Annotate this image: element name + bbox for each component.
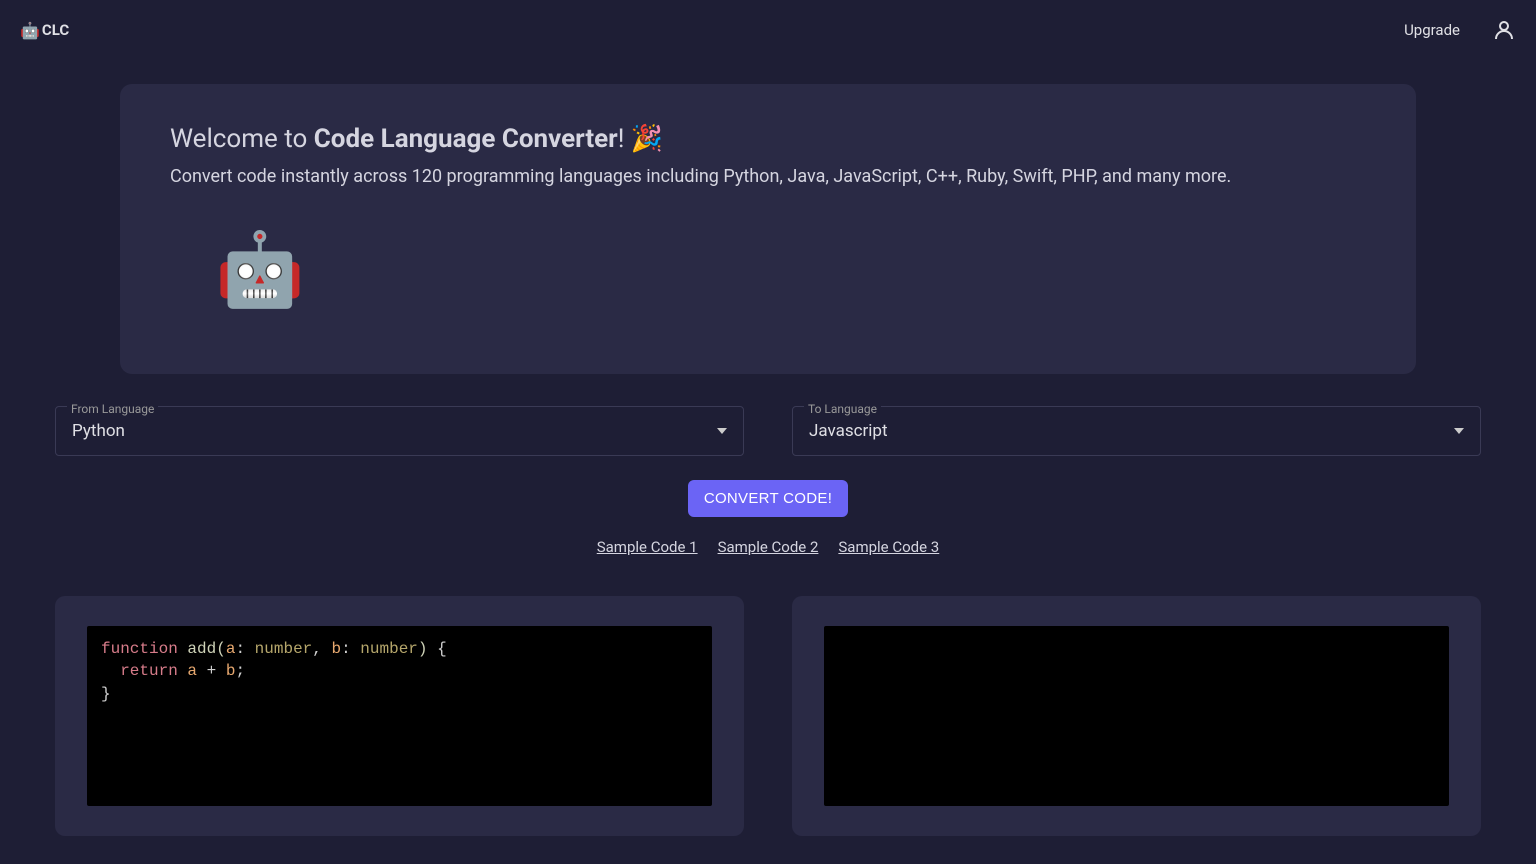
welcome-title-prefix: Welcome to bbox=[170, 124, 314, 154]
welcome-subtitle: Convert code instantly across 120 progra… bbox=[170, 166, 1366, 187]
sample-code-link-2[interactable]: Sample Code 2 bbox=[718, 538, 819, 556]
from-language-wrapper: From Language Python bbox=[55, 406, 744, 456]
robot-illustration: 🤖 bbox=[215, 227, 1366, 312]
input-code-panel: function add(a: number, b: number) { ret… bbox=[55, 596, 744, 836]
sample-code-link-1[interactable]: Sample Code 1 bbox=[597, 538, 698, 556]
output-code-panel bbox=[792, 596, 1481, 836]
upgrade-link[interactable]: Upgrade bbox=[1404, 21, 1460, 39]
convert-button[interactable]: CONVERT CODE! bbox=[688, 480, 848, 517]
robot-icon: 🤖 bbox=[20, 21, 40, 40]
welcome-card: Welcome to Code Language Converter! 🎉 Co… bbox=[120, 84, 1416, 374]
welcome-title-bold: Code Language Converter bbox=[314, 124, 618, 154]
chevron-down-icon bbox=[717, 426, 727, 436]
logo-text: CLC bbox=[42, 21, 69, 39]
to-language-value: Javascript bbox=[809, 421, 888, 441]
from-language-label: From Language bbox=[67, 402, 158, 416]
user-icon[interactable] bbox=[1492, 18, 1516, 42]
header-actions: Upgrade bbox=[1404, 18, 1516, 42]
sample-code-link-3[interactable]: Sample Code 3 bbox=[838, 538, 939, 556]
convert-section: CONVERT CODE! bbox=[0, 480, 1536, 517]
output-code-editor[interactable] bbox=[824, 626, 1449, 806]
code-panels: function add(a: number, b: number) { ret… bbox=[0, 596, 1536, 836]
from-language-value: Python bbox=[72, 421, 125, 441]
to-language-label: To Language bbox=[804, 402, 881, 416]
to-language-select[interactable]: Javascript bbox=[792, 406, 1481, 456]
welcome-title-suffix: ! 🎉 bbox=[618, 124, 664, 154]
sample-code-links: Sample Code 1 Sample Code 2 Sample Code … bbox=[0, 537, 1536, 556]
chevron-down-icon bbox=[1454, 426, 1464, 436]
language-selectors: From Language Python To Language Javascr… bbox=[0, 406, 1536, 456]
welcome-title: Welcome to Code Language Converter! 🎉 bbox=[170, 124, 1366, 154]
to-language-wrapper: To Language Javascript bbox=[792, 406, 1481, 456]
input-code-editor[interactable]: function add(a: number, b: number) { ret… bbox=[87, 626, 712, 806]
app-logo[interactable]: 🤖 CLC bbox=[20, 21, 69, 40]
app-header: 🤖 CLC Upgrade bbox=[0, 0, 1536, 60]
